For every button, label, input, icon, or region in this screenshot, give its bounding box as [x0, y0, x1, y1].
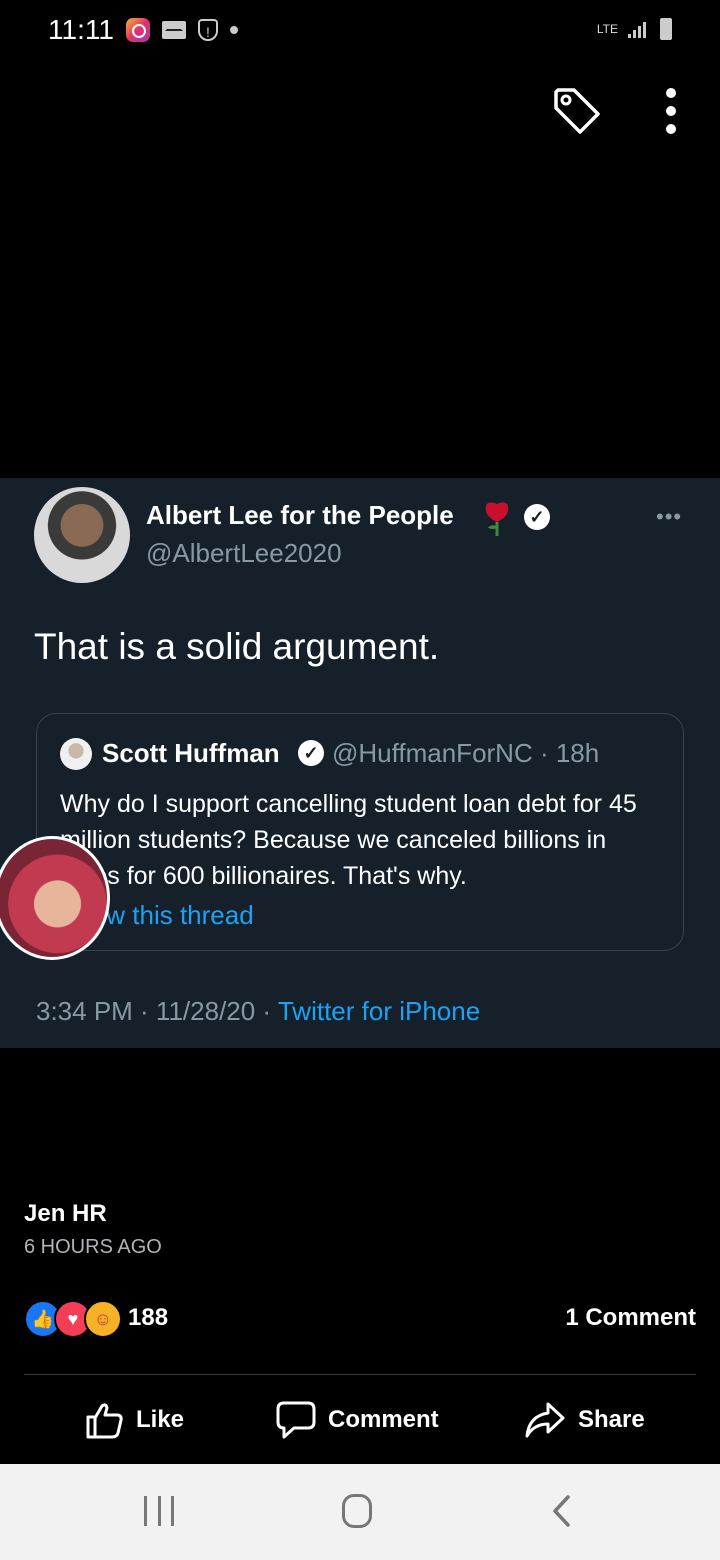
divider [24, 1374, 696, 1375]
post-time: 6 HOURS AGO [24, 1236, 162, 1258]
tweet-timestamp: 3:34 PM · 11/28/20 · [36, 996, 278, 1026]
quoted-verified-badge-icon: ✓ [298, 740, 324, 766]
quoted-handle-time: @HuffmanForNC · 18h [332, 738, 600, 768]
quoted-author-avatar [60, 738, 92, 770]
shield-icon: ! [198, 19, 218, 41]
status-time: 11:11 [48, 14, 114, 45]
back-button[interactable] [550, 1494, 574, 1528]
status-indicators: LTE [597, 18, 672, 40]
signal-icon [628, 20, 650, 38]
thumbs-up-icon [86, 1403, 123, 1439]
share-label: Share [578, 1406, 645, 1433]
tweet-handle: @AlbertLee2020 [146, 538, 342, 568]
like-label: Like [136, 1406, 185, 1433]
notification-icons: ! [126, 18, 238, 42]
comment-label: Comment [328, 1406, 439, 1433]
tweet-source: Twitter for iPhone [277, 996, 481, 1026]
quoted-tweet-text: Why do I support cancelling student loan… [60, 790, 637, 890]
home-button[interactable] [342, 1494, 372, 1528]
like-button[interactable]: Like [84, 1400, 184, 1440]
comment-button[interactable]: Comment [276, 1400, 439, 1440]
reactions-summary[interactable]: 👍 ♥ ☺ [24, 1300, 122, 1338]
verified-badge-icon: ✓ [524, 504, 550, 530]
tag-photo-button[interactable] [552, 86, 602, 136]
battery-icon [660, 18, 672, 40]
tweet-more-icon: ••• [656, 504, 683, 529]
mail-icon [162, 21, 186, 39]
comment-count[interactable]: 1 Comment [565, 1304, 696, 1332]
post-author[interactable]: Jen HR [24, 1200, 107, 1228]
tweet-meta: 3:34 PM · 11/28/20 · Twitter for iPhone [36, 996, 480, 1027]
instagram-icon [126, 18, 150, 42]
comment-icon [276, 1401, 316, 1439]
network-type: LTE [596, 22, 618, 36]
tweet-display-name: Albert Lee for the People [146, 500, 454, 530]
tweet-author-avatar [34, 487, 130, 583]
more-options-button[interactable] [656, 88, 686, 134]
share-icon [525, 1402, 565, 1438]
reaction-count[interactable]: 188 [128, 1304, 168, 1332]
tag-icon [554, 88, 600, 134]
care-reaction-icon: ☺ [84, 1300, 122, 1338]
quoted-display-name: Scott Huffman [102, 738, 280, 768]
notification-dot-icon [230, 26, 238, 34]
rose-icon [482, 500, 512, 536]
share-button[interactable]: Share [524, 1400, 645, 1440]
tweet-text: That is a solid argument. [34, 626, 440, 667]
recent-apps-button[interactable] [144, 1496, 174, 1526]
back-icon [553, 1495, 570, 1527]
